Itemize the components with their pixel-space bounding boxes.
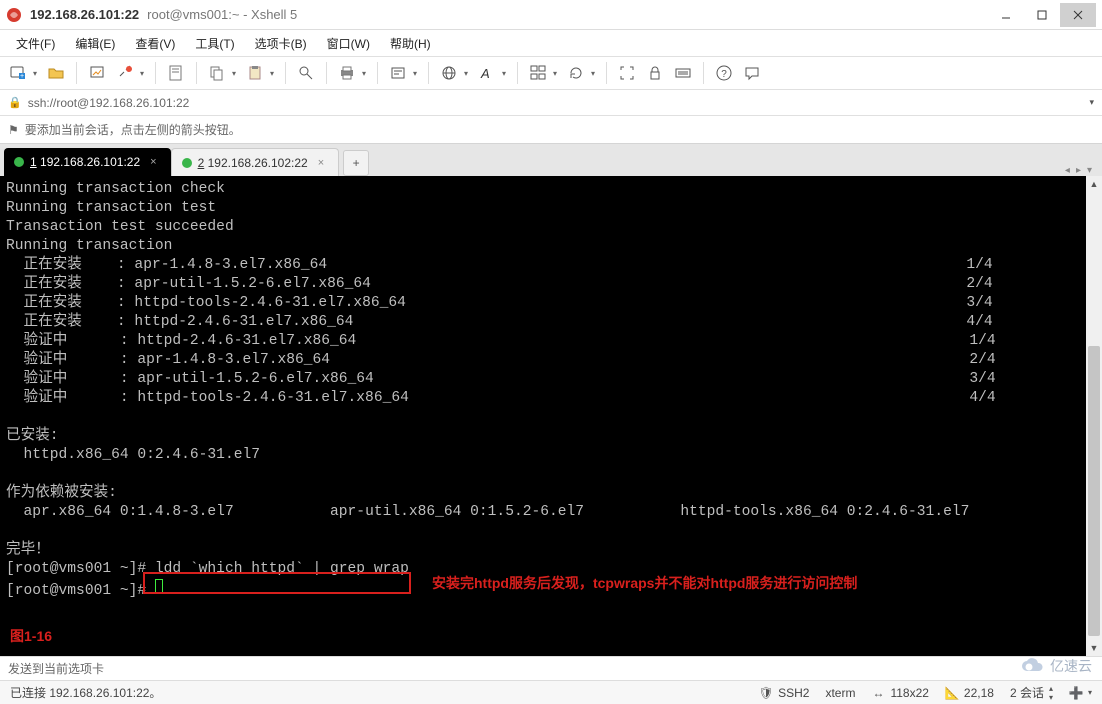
tab-num: 2 — [198, 156, 205, 170]
menu-view[interactable]: 查看(V) — [127, 33, 183, 54]
fullscreen-button[interactable] — [615, 61, 639, 85]
lock-icon: 🔒 — [8, 96, 22, 109]
tab-session-101[interactable]: 1 192.168.26.101:22 × — [4, 148, 171, 176]
tab-next-button[interactable]: ▸ — [1076, 165, 1081, 176]
tab-label: 192.168.26.102:22 — [208, 156, 308, 170]
flag-icon: ⚑ — [8, 123, 19, 137]
scroll-thumb[interactable] — [1088, 346, 1100, 636]
menu-edit[interactable]: 编辑(E) — [67, 33, 123, 54]
refresh-button[interactable]: ▾ — [564, 61, 588, 85]
lock-button[interactable] — [643, 61, 667, 85]
script-button[interactable]: ▾ — [386, 61, 410, 85]
toolbar: +▾ ▾ ▾ ▾ ▾ ▾ ▾ A▾ ▾ ▾ ? — [0, 56, 1102, 90]
tab-strip: 1 192.168.26.101:22 × 2 192.168.26.102:2… — [0, 144, 1102, 176]
scroll-up-button[interactable]: ▲ — [1086, 176, 1102, 192]
open-button[interactable] — [44, 61, 68, 85]
tab-label: 192.168.26.101:22 — [40, 155, 140, 169]
shield-icon: 🛡 — [759, 686, 773, 700]
broadcast-button[interactable]: ▾ — [526, 61, 550, 85]
globe-button[interactable]: ▾ — [437, 61, 461, 85]
status-connected: 已连接 192.168.26.101:22。 — [10, 684, 161, 701]
menu-help[interactable]: 帮助(H) — [382, 33, 439, 54]
window-minimize-button[interactable] — [988, 3, 1024, 27]
watermark: 亿速云 — [1020, 656, 1092, 676]
status-pos: 22,18 — [964, 686, 994, 700]
ruler-icon: 📐 — [945, 686, 959, 700]
resize-icon: ↔ — [871, 686, 885, 700]
annotation-text: 安装完httpd服务后发现，tcpwraps并不能对httpd服务进行访问控制 — [432, 573, 857, 593]
status-dot-icon — [14, 157, 24, 167]
new-session-button[interactable]: +▾ — [6, 61, 30, 85]
status-dot-icon — [182, 158, 192, 168]
status-bar: 已连接 192.168.26.101:22。 🛡 SSH2 xterm ↔ 118x… — [0, 680, 1102, 704]
watermark-text: 亿速云 — [1050, 656, 1092, 676]
status-sessions: 2 会话 — [1010, 684, 1044, 701]
status-size: 118x22 — [890, 686, 928, 700]
new-tab-button[interactable]: + — [343, 150, 369, 176]
menu-bar: 文件(F) 编辑(E) 查看(V) 工具(T) 选项卡(B) 窗口(W) 帮助(… — [0, 30, 1102, 56]
hint-bar: ⚑ 要添加当前会话，点击左侧的箭头按钮。 — [0, 116, 1102, 144]
font-button[interactable]: A▾ — [475, 61, 499, 85]
disconnect-button[interactable]: ▾ — [113, 61, 137, 85]
tab-num: 1 — [30, 155, 37, 169]
address-dropdown-icon[interactable]: ▾ — [1089, 97, 1094, 108]
address-url: ssh://root@192.168.26.101:22 — [28, 96, 190, 110]
menu-window[interactable]: 窗口(W) — [319, 33, 378, 54]
terminal-scrollbar[interactable]: ▲ ▼ — [1086, 176, 1102, 656]
address-bar[interactable]: 🔒 ssh://root@192.168.26.101:22 ▾ — [0, 90, 1102, 116]
print-button[interactable]: ▾ — [335, 61, 359, 85]
copy-button[interactable]: ▾ — [205, 61, 229, 85]
status-term: xterm — [825, 686, 855, 700]
tab-prev-button[interactable]: ◂ — [1065, 165, 1070, 176]
plus-icon[interactable]: ➕ — [1069, 686, 1083, 700]
tab-close-button[interactable]: × — [150, 156, 156, 168]
window-title-sub: root@vms001:~ - Xshell 5 — [147, 7, 297, 22]
tab-list-button[interactable]: ▾ — [1087, 165, 1092, 176]
compose-hint: 发送到当前选项卡 — [8, 660, 104, 677]
chat-button[interactable] — [740, 61, 764, 85]
svg-text:A: A — [480, 66, 490, 81]
help-button[interactable]: ? — [712, 61, 736, 85]
compose-bar[interactable]: 发送到当前选项卡 — [0, 656, 1102, 680]
app-icon — [6, 7, 22, 23]
scroll-down-button[interactable]: ▼ — [1086, 640, 1102, 656]
tab-session-102[interactable]: 2 192.168.26.102:22 × — [171, 148, 340, 176]
connect-button[interactable] — [85, 61, 109, 85]
status-proto: SSH2 — [778, 686, 809, 700]
command-highlight — [143, 572, 411, 594]
tab-close-button[interactable]: × — [318, 157, 324, 169]
properties-button[interactable] — [164, 61, 188, 85]
menu-tabs[interactable]: 选项卡(B) — [247, 33, 315, 54]
search-button[interactable] — [294, 61, 318, 85]
window-maximize-button[interactable] — [1024, 3, 1060, 27]
window-title-main: 192.168.26.101:22 — [30, 7, 139, 22]
svg-text:?: ? — [721, 69, 727, 80]
terminal-area[interactable]: Running transaction check Running transa… — [0, 176, 1102, 656]
paste-button[interactable]: ▾ — [243, 61, 267, 85]
window-titlebar: 192.168.26.101:22 root@vms001:~ - Xshell… — [0, 0, 1102, 30]
svg-text:+: + — [20, 73, 24, 80]
window-close-button[interactable] — [1060, 3, 1096, 27]
menu-file[interactable]: 文件(F) — [8, 33, 63, 54]
menu-tools[interactable]: 工具(T) — [187, 33, 242, 54]
hint-text: 要添加当前会话，点击左侧的箭头按钮。 — [25, 121, 241, 138]
figure-label: 图1-16 — [10, 626, 52, 646]
keyboard-button[interactable] — [671, 61, 695, 85]
